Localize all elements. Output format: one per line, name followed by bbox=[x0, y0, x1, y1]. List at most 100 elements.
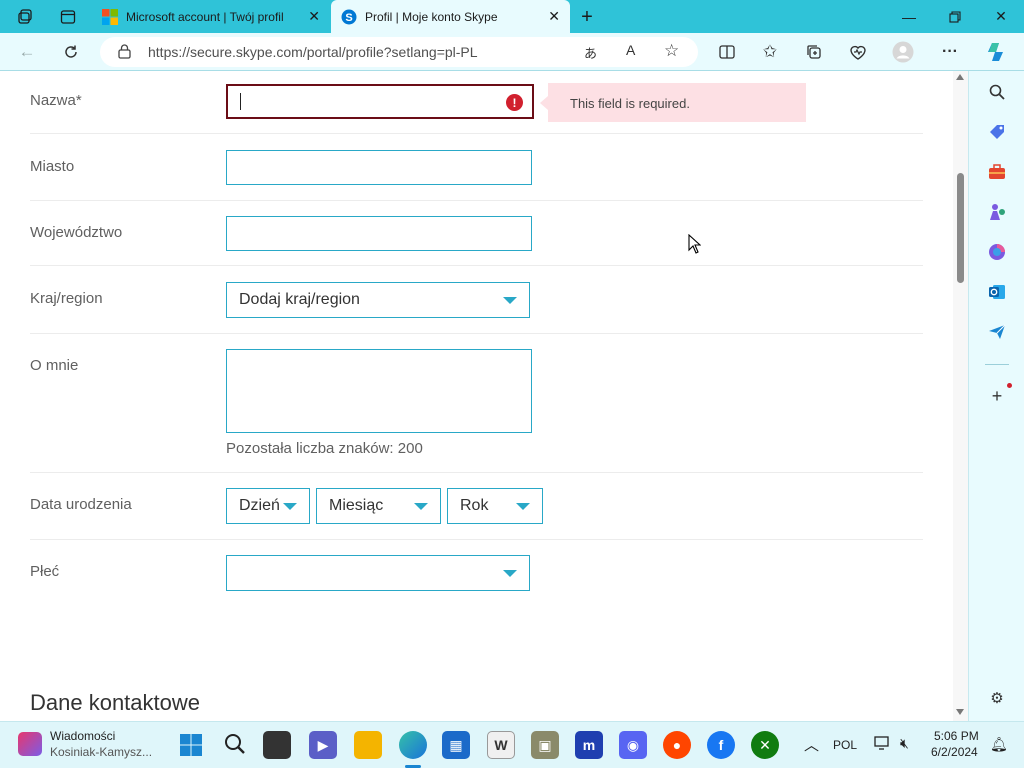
favorite-star-icon[interactable]: ☆ bbox=[664, 41, 679, 61]
name-input[interactable]: ! bbox=[226, 84, 534, 119]
network-icon[interactable] bbox=[874, 736, 890, 755]
microsoft-365-icon[interactable] bbox=[987, 242, 1007, 262]
shopping-tag-icon[interactable] bbox=[987, 122, 1007, 142]
scroll-down-icon[interactable] bbox=[956, 709, 964, 715]
widget-subtitle: Kosiniak-Kamysz... bbox=[50, 745, 153, 759]
dropdown-caret-icon bbox=[283, 503, 297, 510]
divider bbox=[30, 539, 923, 540]
archive-app-icon[interactable]: ▣ bbox=[531, 731, 559, 759]
name-label: Nazwa* bbox=[30, 92, 82, 109]
edge-browser-icon[interactable] bbox=[399, 731, 427, 759]
split-screen-icon[interactable] bbox=[716, 41, 738, 63]
refresh-icon[interactable] bbox=[60, 41, 82, 63]
reddit-icon[interactable]: ● bbox=[663, 731, 691, 759]
clock-date[interactable]: 6/2/2024 bbox=[931, 745, 978, 759]
read-aloud-icon[interactable]: A bbox=[626, 42, 635, 58]
tab-actions-icon[interactable] bbox=[57, 6, 79, 28]
error-icon: ! bbox=[506, 94, 523, 111]
birth-year-select[interactable]: Rok bbox=[447, 488, 543, 524]
sidebar-divider bbox=[985, 364, 1009, 365]
birth-day-select[interactable]: Dzień bbox=[226, 488, 310, 524]
city-input[interactable] bbox=[226, 150, 532, 185]
browser-toolbar: ← https://secure.skype.com/portal/profil… bbox=[0, 33, 1024, 71]
more-options-icon[interactable]: ··· bbox=[939, 41, 961, 63]
close-window-icon[interactable]: ✕ bbox=[978, 0, 1024, 33]
notifications-icon[interactable]: 🔔︎ bbox=[990, 736, 1008, 753]
workspaces-icon[interactable] bbox=[15, 6, 37, 28]
country-label: Kraj/region bbox=[30, 290, 103, 307]
wikipedia-icon[interactable]: W bbox=[487, 731, 515, 759]
divider bbox=[30, 200, 923, 201]
skype-logo-icon: S bbox=[341, 9, 357, 24]
new-tab-icon[interactable]: + bbox=[576, 6, 598, 28]
error-message: This field is required. bbox=[570, 96, 690, 111]
windows-start-icon[interactable] bbox=[180, 734, 202, 761]
taskbar-search-icon[interactable] bbox=[224, 733, 246, 760]
volume-muted-icon[interactable]: 🔇︎ bbox=[900, 735, 909, 752]
mouse-pointer-icon bbox=[688, 234, 701, 254]
birth-year-value: Rok bbox=[460, 497, 489, 514]
province-input[interactable] bbox=[226, 216, 532, 251]
birth-month-select[interactable]: Miesiąc bbox=[316, 488, 441, 524]
browser-title-bar: Microsoft account | Twój profil ✕ S Prof… bbox=[0, 0, 1024, 33]
games-icon[interactable] bbox=[987, 202, 1007, 222]
close-tab-icon[interactable]: ✕ bbox=[308, 8, 320, 24]
about-label: O mnie bbox=[30, 357, 79, 374]
tab-microsoft-account[interactable]: Microsoft account | Twój profil ✕ bbox=[92, 0, 330, 33]
windows-taskbar: Wiadomości Kosiniak-Kamysz... ▶ ▦ W ▣ m … bbox=[0, 721, 1024, 768]
dropdown-caret-icon bbox=[414, 503, 428, 510]
char-counter: Pozostała liczba znaków: 200 bbox=[226, 440, 423, 457]
country-select[interactable]: Dodaj kraj/region bbox=[226, 282, 530, 318]
add-icon[interactable]: + bbox=[987, 386, 1007, 406]
restore-icon[interactable] bbox=[932, 0, 978, 33]
lock-icon[interactable] bbox=[118, 44, 131, 62]
news-widget-icon[interactable] bbox=[18, 732, 42, 756]
show-hidden-icons-icon[interactable]: ︿ bbox=[804, 734, 819, 755]
gender-select[interactable] bbox=[226, 555, 530, 591]
facebook-icon[interactable]: f bbox=[707, 731, 735, 759]
gender-label: Płeć bbox=[30, 563, 60, 580]
task-view-icon[interactable] bbox=[263, 731, 291, 759]
close-tab-icon[interactable]: ✕ bbox=[548, 8, 560, 24]
svg-text:S: S bbox=[345, 12, 352, 24]
settings-gear-icon[interactable]: ⚙ bbox=[987, 688, 1007, 708]
tab-title: Profil | Moje konto Skype bbox=[365, 9, 498, 24]
province-label: Województwo bbox=[30, 224, 123, 241]
outlook-icon[interactable] bbox=[987, 282, 1007, 302]
tab-skype-profile[interactable]: S Profil | Moje konto Skype ✕ bbox=[331, 0, 570, 33]
browser-essentials-icon[interactable] bbox=[847, 41, 869, 63]
copilot-icon[interactable] bbox=[985, 41, 1007, 63]
divider bbox=[30, 333, 923, 334]
translate-icon[interactable]: あ bbox=[584, 43, 597, 62]
discord-icon[interactable]: ◉ bbox=[619, 731, 647, 759]
vertical-scrollbar[interactable] bbox=[953, 71, 968, 721]
dropdown-caret-icon bbox=[516, 503, 530, 510]
teams-chat-icon[interactable]: ▶ bbox=[309, 731, 337, 759]
about-textarea[interactable] bbox=[226, 349, 532, 433]
url-text: https://secure.skype.com/portal/profile?… bbox=[148, 44, 478, 60]
country-select-value: Dodaj kraj/region bbox=[239, 291, 360, 308]
divider bbox=[30, 133, 923, 134]
profile-avatar-icon[interactable] bbox=[892, 41, 914, 63]
search-icon[interactable] bbox=[987, 82, 1007, 102]
tools-briefcase-icon[interactable] bbox=[987, 162, 1007, 182]
minimize-icon[interactable]: — bbox=[886, 0, 932, 33]
file-explorer-icon[interactable] bbox=[354, 731, 382, 759]
collections-icon[interactable] bbox=[803, 41, 825, 63]
m-app-icon[interactable]: m bbox=[575, 731, 603, 759]
favorites-icon[interactable]: ✩ bbox=[759, 41, 781, 63]
language-indicator[interactable]: POL bbox=[833, 738, 857, 752]
address-bar[interactable]: https://secure.skype.com/portal/profile?… bbox=[100, 37, 698, 67]
birth-month-value: Miesiąc bbox=[329, 497, 384, 514]
scroll-up-icon[interactable] bbox=[956, 74, 964, 80]
microsoft-logo-icon bbox=[102, 8, 118, 25]
send-icon[interactable] bbox=[987, 322, 1007, 342]
back-icon[interactable]: ← bbox=[16, 41, 38, 63]
clock-time[interactable]: 5:06 PM bbox=[934, 729, 979, 743]
dropdown-caret-icon bbox=[503, 297, 517, 304]
divider bbox=[30, 265, 923, 266]
xbox-icon[interactable]: ✕ bbox=[751, 731, 779, 759]
dropdown-caret-icon bbox=[503, 570, 517, 577]
microsoft-store-icon[interactable]: ▦ bbox=[442, 731, 470, 759]
scrollbar-thumb[interactable] bbox=[957, 173, 964, 283]
